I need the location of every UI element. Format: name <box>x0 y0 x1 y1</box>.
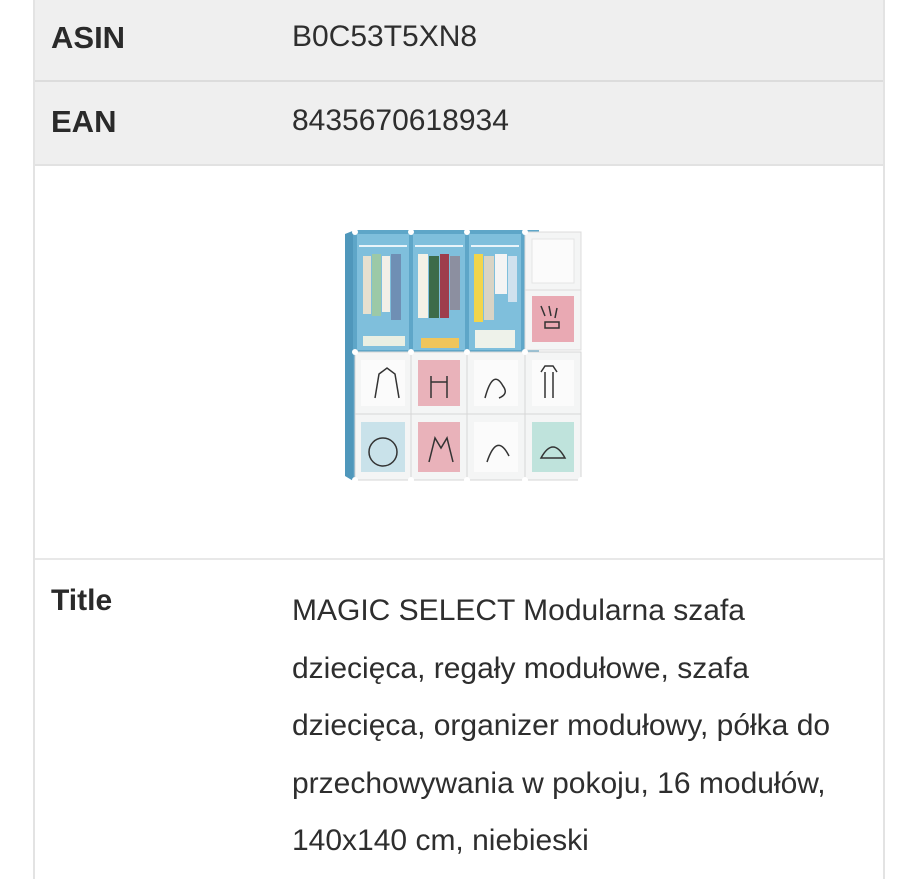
product-wardrobe-image[interactable] <box>341 226 585 488</box>
product-details-table: ASIN B0C53T5XN8 EAN 8435670618934 Title … <box>33 0 885 879</box>
title-row: Title MAGIC SELECT Modularna szafa dziec… <box>35 560 883 879</box>
asin-label: ASIN <box>51 20 126 55</box>
lower-doors <box>354 351 582 481</box>
title-value: MAGIC SELECT Modularna szafa dziecięca, … <box>292 594 831 857</box>
image-row <box>35 166 883 560</box>
title-label: Title <box>51 584 113 617</box>
asin-row: ASIN B0C53T5XN8 <box>35 0 883 82</box>
hanging-clothes <box>363 254 517 322</box>
asin-value: B0C53T5XN8 <box>292 20 478 53</box>
ean-value: 8435670618934 <box>292 104 509 137</box>
ean-row: EAN 8435670618934 <box>35 82 883 166</box>
ean-label: EAN <box>51 104 117 139</box>
